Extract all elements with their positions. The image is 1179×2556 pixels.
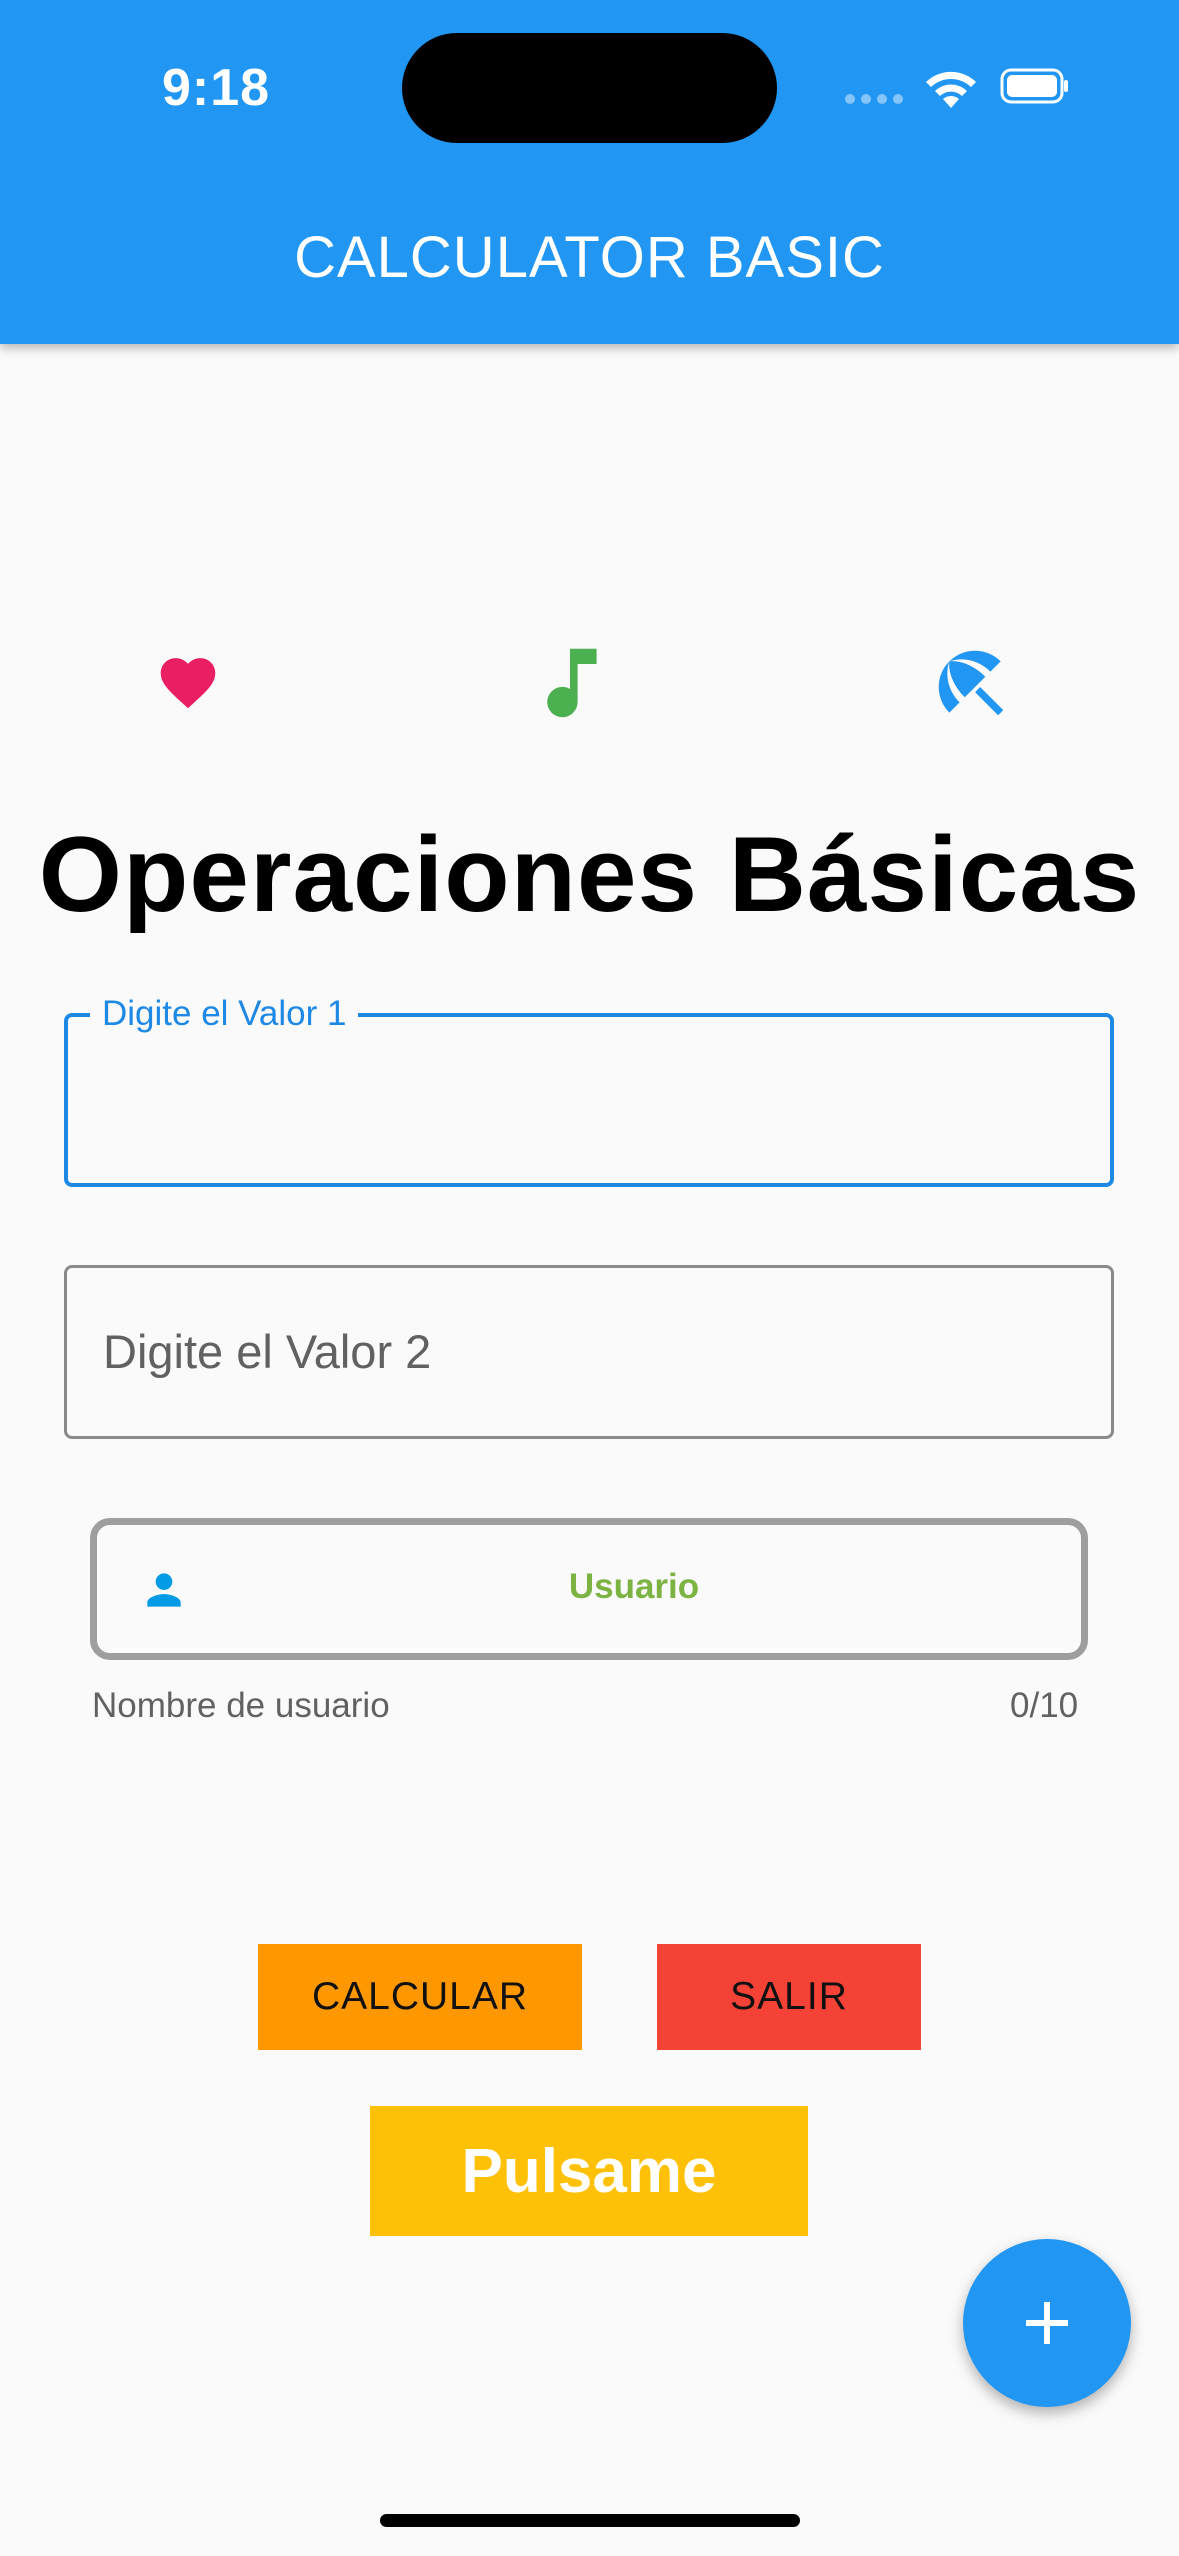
press-me-button[interactable]: Pulsame [370, 2106, 808, 2236]
username-char-counter: 0/10 [1010, 1686, 1079, 1725]
music-note-icon [547, 648, 597, 718]
add-fab-button[interactable] [963, 2239, 1131, 2407]
wifi-icon [926, 71, 976, 108]
calculate-button[interactable]: CALCULAR [258, 1944, 582, 2050]
cellular-signal-icon [845, 92, 905, 106]
exit-button[interactable]: SALIR [657, 1944, 921, 2050]
battery-icon [1000, 68, 1068, 104]
username-hint: Usuario [568, 1567, 700, 1606]
username-input[interactable]: Usuario [90, 1518, 1088, 1660]
app-bar: 9:18 CALCULATOR BASIC [0, 0, 1179, 344]
status-time: 9:18 [162, 59, 271, 117]
home-indicator[interactable] [380, 2514, 800, 2527]
app-title: CALCULATOR BASIC [294, 225, 885, 290]
username-helper-text: Nombre de usuario [92, 1686, 390, 1725]
plus-icon [1026, 2302, 1068, 2344]
person-icon [147, 1573, 181, 1607]
dynamic-island [402, 33, 777, 143]
value1-label: Digite el Valor 1 [90, 994, 359, 1034]
beach-umbrella-icon [938, 650, 1004, 716]
heart-icon [160, 658, 216, 709]
value2-input[interactable]: Digite el Valor 2 [64, 1265, 1114, 1439]
value2-placeholder: Digite el Valor 2 [103, 1325, 432, 1378]
page-heading: Operaciones Básicas [38, 814, 1141, 934]
value1-input[interactable]: Digite el Valor 1 [64, 994, 1114, 1187]
